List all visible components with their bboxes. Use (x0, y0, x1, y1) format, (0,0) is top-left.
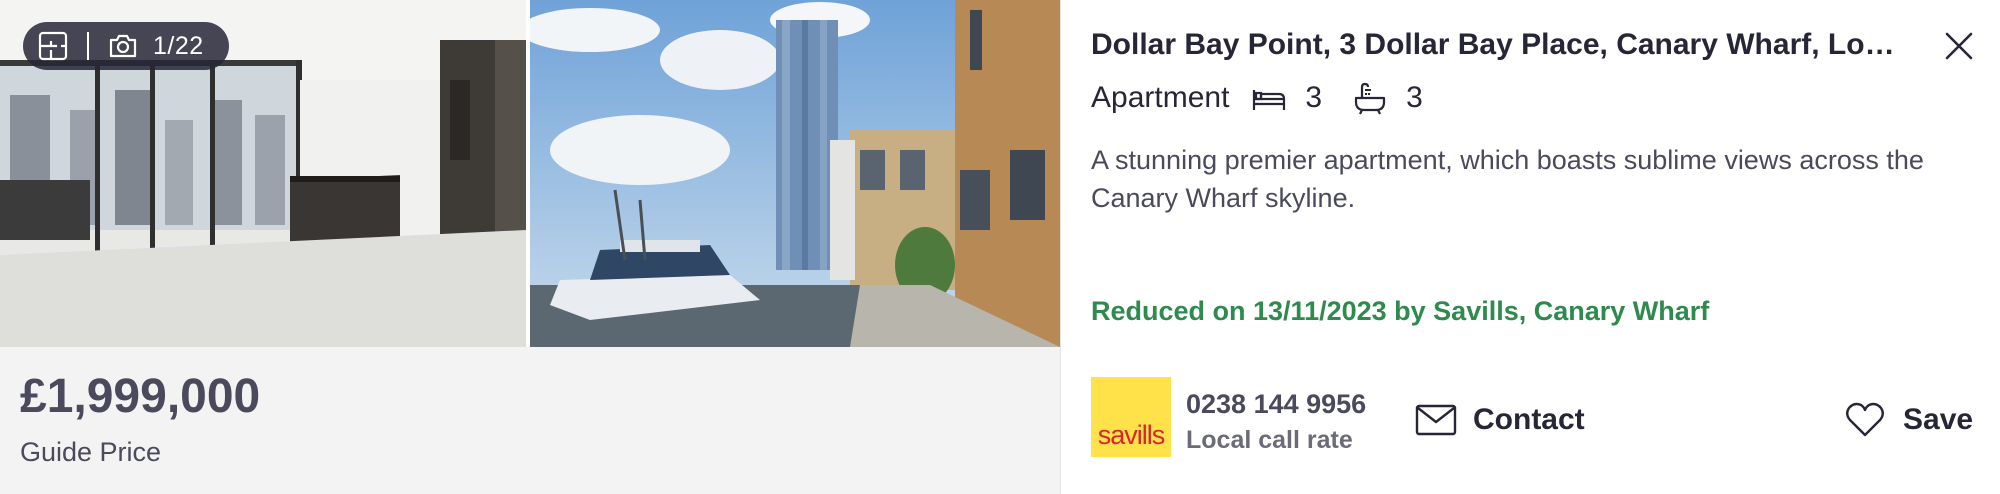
property-card[interactable]: 1/22 £1,999,000 Guide Price Dollar Bay P… (0, 0, 2000, 494)
price: £1,999,000 (20, 370, 261, 423)
photo-gallery[interactable]: 1/22 (0, 0, 1060, 347)
call-rate-label: Local call rate (1186, 426, 1353, 454)
save-button[interactable]: Save (1845, 398, 1973, 442)
price-qualifier: Guide Price (20, 437, 162, 467)
floorplan-icon[interactable] (37, 30, 69, 62)
contact-label: Contact (1473, 403, 1585, 436)
property-photo-interior[interactable]: 1/22 (0, 0, 526, 347)
envelope-icon (1415, 404, 1457, 436)
close-icon[interactable] (1941, 28, 1977, 64)
save-label: Save (1903, 403, 1974, 436)
bathroom-count: 3 (1406, 81, 1423, 114)
agent-logo-text: savills (1097, 420, 1166, 450)
property-meta: Apartment 3 3 (1091, 78, 1453, 118)
bedroom-count: 3 (1305, 81, 1323, 114)
photo-counter: 1/22 (153, 31, 204, 60)
pill-divider (87, 32, 89, 60)
agent-phone[interactable]: 0238 144 9956 (1186, 389, 1366, 420)
details-section: Dollar Bay Point, 3 Dollar Bay Place, Ca… (1060, 0, 2000, 494)
contact-button[interactable]: Contact (1415, 398, 1585, 442)
listing-address[interactable]: Dollar Bay Point, 3 Dollar Bay Place, Ca… (1091, 28, 1911, 62)
property-type: Apartment (1091, 81, 1230, 114)
bed-icon (1253, 90, 1286, 110)
bath-icon (1354, 82, 1386, 115)
price-panel: £1,999,000 Guide Price (0, 347, 1060, 494)
listing-description: A stunning premier apartment, which boas… (1091, 145, 1924, 213)
price-reduced-note: Reduced on 13/11/2023 by Savills, Canary… (1091, 296, 1710, 326)
media-section: 1/22 £1,999,000 Guide Price (0, 0, 1060, 494)
media-counter-pill[interactable]: 1/22 (23, 22, 229, 70)
close-button[interactable] (1941, 28, 1977, 64)
agent-logo[interactable]: savills (1091, 377, 1171, 457)
camera-icon[interactable] (107, 30, 139, 62)
property-photo-exterior[interactable] (530, 0, 1060, 347)
heart-icon (1846, 402, 1884, 437)
